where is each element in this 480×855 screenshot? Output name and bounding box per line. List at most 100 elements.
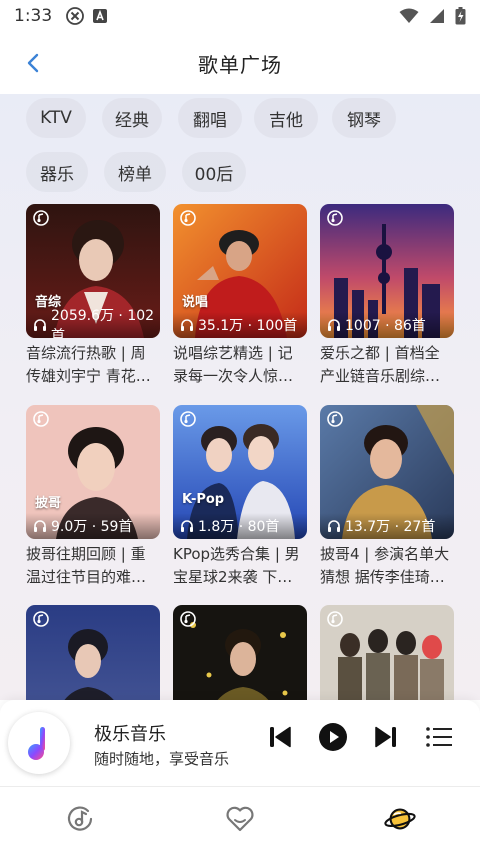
headphones-icon	[34, 520, 46, 532]
heart-icon	[226, 806, 254, 832]
cover-tag: 披哥	[35, 496, 62, 511]
playlist-badge-icon	[327, 411, 343, 427]
playlist-desc: 音综流行热歌 | 周传雄刘宇宁 青花…	[26, 344, 151, 385]
tag-charts[interactable]: 榜单	[104, 152, 166, 192]
play-count: 35.1万 · 100首	[173, 312, 307, 338]
notification-x-icon	[66, 7, 85, 25]
playlist-desc: 说唱综艺精选 | 记录每一次令人惊…	[173, 344, 294, 385]
play-count-text: 35.1万 · 100首	[198, 318, 298, 334]
playlist-cover: 1007 · 86首	[320, 204, 454, 338]
mini-player[interactable]: 极乐音乐 随时随地，享受音乐	[0, 700, 480, 786]
playlist-badge-icon	[33, 210, 49, 226]
wifi-icon	[399, 8, 419, 23]
headphones-icon	[328, 319, 340, 331]
playlist-badge-icon	[327, 210, 343, 226]
playlist-badge-icon	[33, 411, 49, 427]
playlist-cover: K-Pop 1.8万 · 80首	[173, 405, 307, 539]
play-count: 1007 · 86首	[320, 312, 454, 338]
next-button[interactable]	[369, 720, 403, 754]
playlist-cover: 13.7万 · 27首	[320, 405, 454, 539]
playlist-cover	[173, 605, 307, 700]
app-logo	[8, 712, 70, 774]
headphones-icon	[181, 520, 193, 532]
tag-cover[interactable]: 翻唱	[178, 98, 242, 138]
title-bar: 歌单广场	[0, 32, 480, 94]
play-count-text: 13.7万 · 27首	[345, 519, 436, 535]
music-note-logo-icon	[28, 727, 45, 760]
playlist-desc: 披哥4 | 参演名单大猜想 据传李佳琦…	[320, 545, 450, 586]
headphones-icon	[34, 319, 46, 331]
planet-icon	[384, 808, 416, 830]
tag-label: 00后	[194, 164, 234, 185]
page-title: 歌单广场	[198, 52, 282, 77]
playlist-cover: 说唱 35.1万 · 100首	[173, 204, 307, 338]
nav-music[interactable]	[64, 803, 96, 835]
playlist-cover	[320, 605, 454, 700]
playlist-button[interactable]	[422, 720, 456, 754]
tag-label: 钢琴	[347, 110, 381, 131]
headphones-icon	[181, 319, 193, 331]
chevron-left-icon	[27, 53, 39, 73]
playlist-card[interactable]: 13.7万 · 27首 披哥4 | 参演名单大猜想 据传李佳琦…	[320, 405, 454, 589]
playlist-cover: 披哥 9.0万 · 59首	[26, 405, 160, 539]
playlist-card[interactable]: 披哥 9.0万 · 59首 披哥往期回顾 | 重温过往节目的难…	[26, 405, 160, 589]
play-count: 9.0万 · 59首	[26, 513, 160, 539]
player-title: 极乐音乐	[94, 724, 166, 745]
tag-label: 翻唱	[193, 110, 227, 131]
playlist-card[interactable]	[320, 605, 454, 700]
playlist-card[interactable]: 音综 2059.6万 · 102首 音综流行热歌 | 周传雄刘宇宁 青花…	[26, 204, 160, 388]
play-count: 13.7万 · 27首	[320, 513, 454, 539]
status-time: 1:33	[14, 6, 53, 26]
bottom-nav	[0, 786, 480, 855]
playlist-desc: KPop选秀合集 | 男宝星球2来袭 下…	[173, 545, 300, 586]
tag-label: KTV	[40, 108, 72, 128]
tag-guitar[interactable]: 吉他	[254, 98, 318, 138]
player-subtitle: 随时随地，享受音乐	[94, 750, 230, 768]
tag-ktv[interactable]: KTV	[26, 98, 86, 138]
tag-label: 器乐	[40, 164, 74, 185]
playlist-badge-icon	[180, 611, 196, 627]
play-count-text: 1007 · 86首	[345, 318, 426, 334]
play-button[interactable]	[316, 720, 350, 754]
playlist-desc: 爱乐之都 | 首档全产业链音乐剧综…	[320, 344, 441, 385]
tag-label: 榜单	[118, 164, 152, 185]
playlist-badge-icon	[33, 611, 49, 627]
back-button[interactable]	[20, 50, 46, 76]
cover-tag: 说唱	[182, 295, 209, 310]
playlist-cover: 音综 2059.6万 · 102首	[26, 204, 160, 338]
status-bar: 1:33	[0, 0, 480, 32]
play-count-text: 1.8万 · 80首	[198, 519, 280, 535]
playlist-card[interactable]: K-Pop 1.8万 · 80首 KPop选秀合集 | 男宝星球2来袭 下…	[173, 405, 307, 589]
play-count-text: 2059.6万 · 102首	[51, 308, 155, 338]
nav-favorites[interactable]	[224, 803, 256, 835]
notification-a-icon	[93, 9, 108, 23]
cover-tag: K-Pop	[182, 492, 225, 507]
signal-icon	[430, 9, 444, 23]
skip-previous-icon	[270, 726, 291, 748]
playlist-card[interactable]	[173, 605, 307, 700]
play-count: 2059.6万 · 102首	[26, 308, 160, 338]
previous-button[interactable]	[263, 720, 297, 754]
playlist-badge-icon	[180, 411, 196, 427]
tag-instrumental[interactable]: 器乐	[26, 152, 88, 192]
tag-00s[interactable]: 00后	[182, 152, 246, 192]
playlist-card[interactable]: 说唱 35.1万 · 100首 说唱综艺精选 | 记录每一次令人惊…	[173, 204, 307, 388]
playlist-square-content[interactable]: KTV 经典 翻唱 吉他 钢琴 器乐 榜单 00后 音综 2059.6万 · 1…	[0, 94, 480, 700]
playlist-cover	[26, 605, 160, 700]
play-count: 1.8万 · 80首	[173, 513, 307, 539]
tag-classic[interactable]: 经典	[102, 98, 162, 138]
battery-icon	[455, 7, 466, 25]
nav-discover[interactable]	[384, 803, 416, 835]
tag-label: 吉他	[269, 110, 303, 131]
playlist-badge-icon	[180, 210, 196, 226]
playlist-card[interactable]	[26, 605, 160, 700]
headphones-icon	[328, 520, 340, 532]
list-icon	[426, 727, 452, 747]
tag-piano[interactable]: 钢琴	[332, 98, 396, 138]
skip-next-icon	[375, 726, 396, 748]
playlist-card[interactable]: 1007 · 86首 爱乐之都 | 首档全产业链音乐剧综…	[320, 204, 454, 388]
play-icon	[319, 723, 347, 751]
play-count-text: 9.0万 · 59首	[51, 519, 133, 535]
tag-label: 经典	[115, 110, 149, 131]
music-disc-icon	[67, 806, 93, 831]
